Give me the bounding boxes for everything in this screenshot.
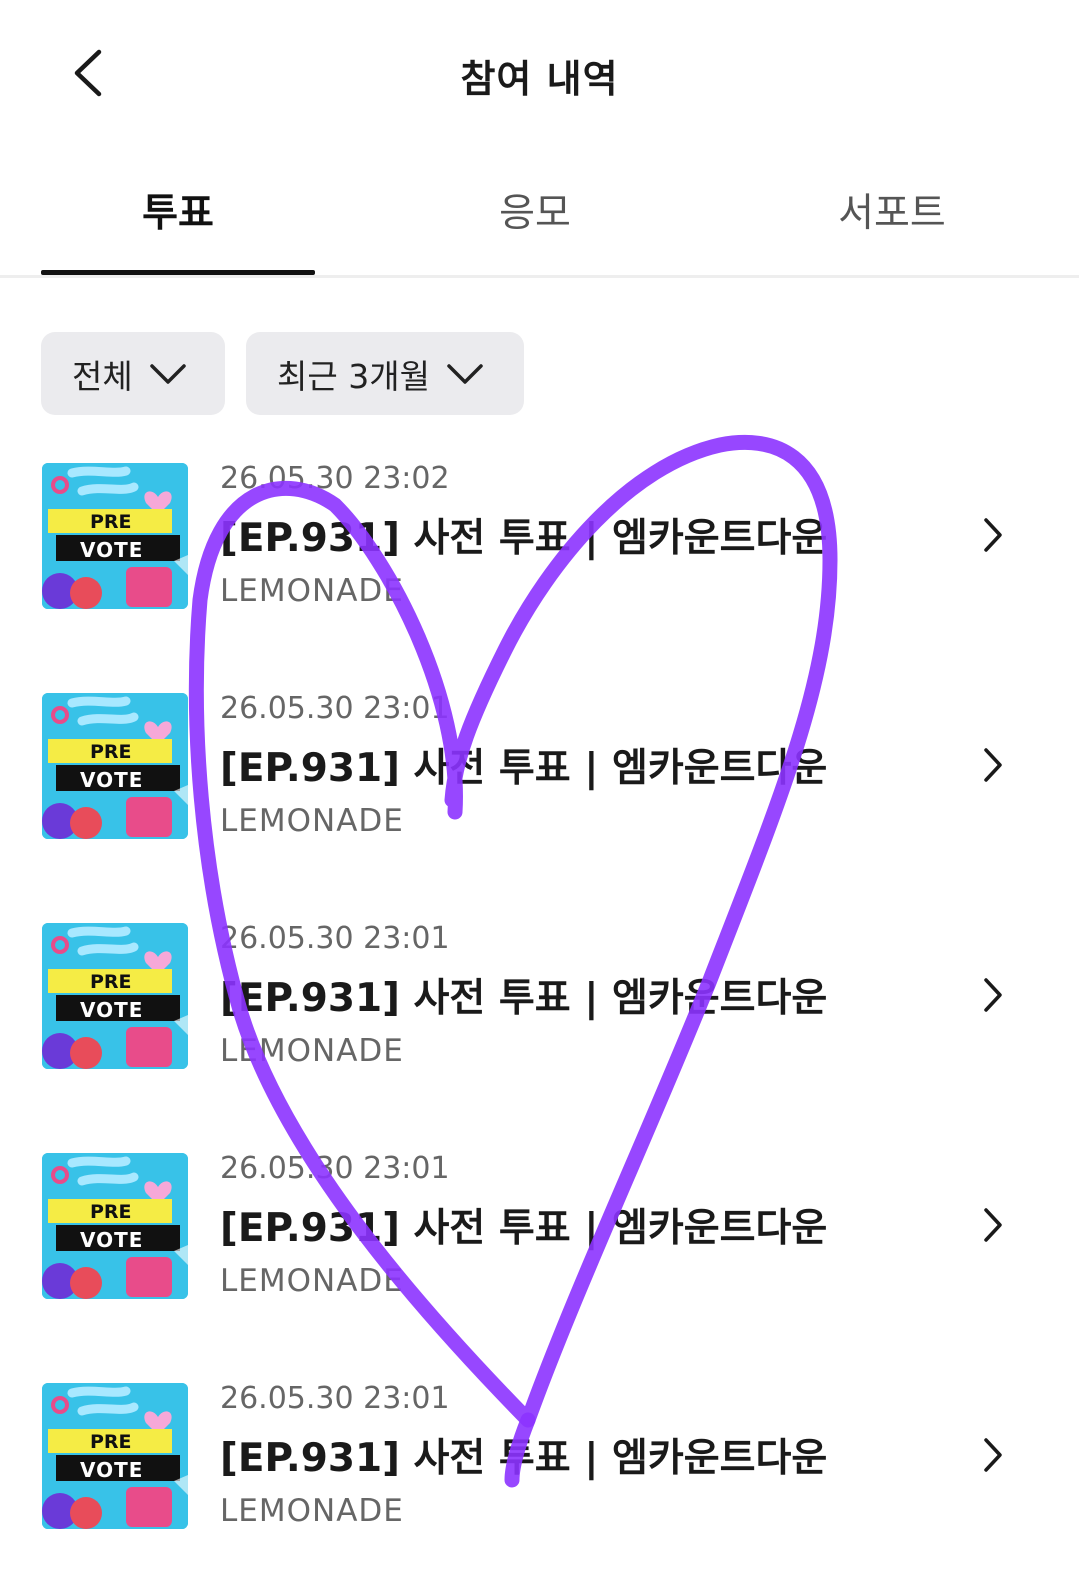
thumbnail-pre-text: PRE (90, 741, 132, 763)
event-thumbnail: PRE VOTE (42, 1383, 188, 1529)
thumbnail-pre-text: PRE (90, 511, 132, 533)
item-date: 26.05.30 23:01 (220, 1151, 450, 1186)
chevron-right-icon (976, 975, 1010, 1015)
type-filter-label: 전체 (72, 356, 133, 396)
thumbnail-vote-text: VOTE (80, 1228, 144, 1252)
thumbnail-vote-text: VOTE (80, 768, 144, 792)
header: 참여 내역 (0, 0, 1079, 150)
item-date: 26.05.30 23:01 (220, 691, 450, 726)
period-filter-dropdown[interactable]: 최근 3개월 (246, 332, 524, 415)
chevron-down-icon (446, 363, 484, 385)
event-thumbnail: PRE VOTE (42, 1153, 188, 1299)
item-brand: LEMONADE (220, 573, 404, 609)
thumbnail-vote-text: VOTE (80, 998, 144, 1022)
thumbnail-pre-text: PRE (90, 1431, 132, 1453)
active-tab-indicator (41, 270, 315, 275)
chevron-right-icon (976, 1205, 1010, 1245)
period-filter-label: 최근 3개월 (277, 356, 430, 396)
item-title: [EP.931] 사전 투표 | 엠카운트다운 (220, 746, 828, 791)
tab-vote[interactable]: 투표 (41, 182, 315, 274)
thumbnail-vote-text: VOTE (80, 1458, 144, 1482)
item-title: [EP.931] 사전 투표 | 엠카운트다운 (220, 976, 828, 1021)
item-brand: LEMONADE (220, 1033, 404, 1069)
item-date: 26.05.30 23:01 (220, 921, 450, 956)
thumbnail-pre-text: PRE (90, 971, 132, 993)
page-title: 참여 내역 (460, 57, 619, 101)
list-item[interactable]: PRE VOTE 26.05.30 23:01 [EP.931] 사전 투표 |… (0, 915, 1079, 1075)
list-item[interactable]: PRE VOTE 26.05.30 23:01 [EP.931] 사전 투표 |… (0, 1145, 1079, 1305)
tab-bar: 투표 응모 서포트 (0, 170, 1079, 278)
chevron-right-icon (976, 745, 1010, 785)
item-date: 26.05.30 23:01 (220, 1381, 450, 1416)
list-item[interactable]: PRE VOTE 26.05.30 23:01 [EP.931] 사전 투표 |… (0, 1375, 1079, 1535)
item-title: [EP.931] 사전 투표 | 엠카운트다운 (220, 1206, 828, 1251)
chevron-right-icon (976, 1435, 1010, 1475)
event-thumbnail: PRE VOTE (42, 463, 188, 609)
thumbnail-pre-text: PRE (90, 1201, 132, 1223)
participation-history-page: 참여 내역 투표 응모 서포트 전체 최근 3개월 PRE VOTE 26.05… (0, 0, 1079, 1582)
thumbnail-vote-text: VOTE (80, 538, 144, 562)
item-title: [EP.931] 사전 투표 | 엠카운트다운 (220, 1436, 828, 1481)
item-brand: LEMONADE (220, 803, 404, 839)
event-thumbnail: PRE VOTE (42, 693, 188, 839)
item-title: [EP.931] 사전 투표 | 엠카운트다운 (220, 516, 828, 561)
tab-support[interactable]: 서포트 (755, 182, 1029, 274)
chevron-down-icon (149, 363, 187, 385)
item-brand: LEMONADE (220, 1493, 404, 1529)
item-date: 26.05.30 23:02 (220, 461, 450, 496)
list-item[interactable]: PRE VOTE 26.05.30 23:01 [EP.931] 사전 투표 |… (0, 685, 1079, 845)
tab-entry[interactable]: 응모 (398, 182, 672, 274)
type-filter-dropdown[interactable]: 전체 (41, 332, 225, 415)
list-item[interactable]: PRE VOTE 26.05.30 23:02 [EP.931] 사전 투표 |… (0, 455, 1079, 615)
chevron-right-icon (976, 515, 1010, 555)
event-thumbnail: PRE VOTE (42, 923, 188, 1069)
item-brand: LEMONADE (220, 1263, 404, 1299)
